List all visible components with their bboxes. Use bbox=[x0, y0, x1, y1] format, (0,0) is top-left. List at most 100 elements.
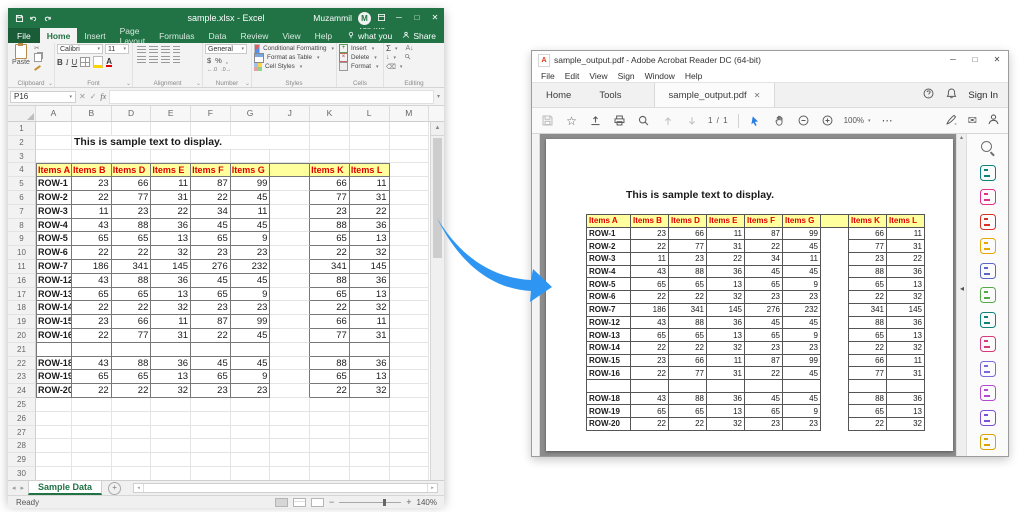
cell[interactable]: 22 bbox=[191, 191, 231, 205]
cell[interactable] bbox=[310, 343, 350, 357]
cell[interactable] bbox=[72, 343, 112, 357]
lock-pdf-icon[interactable] bbox=[980, 385, 996, 401]
cell[interactable]: ROW-12 bbox=[36, 274, 72, 288]
compress-pdf-icon[interactable] bbox=[980, 312, 996, 328]
cell[interactable] bbox=[390, 205, 430, 219]
cell[interactable]: 87 bbox=[191, 177, 231, 191]
cell[interactable]: 65 bbox=[310, 288, 350, 302]
share-upload-icon[interactable] bbox=[588, 114, 603, 127]
merge-center-icon[interactable] bbox=[173, 56, 180, 64]
cell[interactable] bbox=[72, 439, 112, 453]
row-header-3[interactable]: 3 bbox=[8, 150, 36, 164]
cell[interactable] bbox=[270, 232, 310, 246]
cell[interactable] bbox=[231, 343, 271, 357]
cell[interactable]: ROW-4 bbox=[36, 219, 72, 233]
cell[interactable]: 65 bbox=[112, 370, 152, 384]
cell[interactable] bbox=[191, 150, 231, 164]
close-tab-icon[interactable]: ✕ bbox=[754, 91, 761, 100]
cell[interactable]: 11 bbox=[231, 205, 271, 219]
cell[interactable] bbox=[231, 412, 271, 426]
cell[interactable]: ROW-20 bbox=[36, 384, 72, 398]
cell[interactable] bbox=[36, 136, 72, 150]
cell[interactable] bbox=[151, 343, 191, 357]
tab-document[interactable]: sample_output.pdf✕ bbox=[654, 83, 776, 107]
edit-pdf-icon[interactable] bbox=[980, 189, 996, 205]
zoom-level-select[interactable]: 100%▾ bbox=[844, 116, 871, 125]
cell[interactable] bbox=[270, 426, 310, 440]
excel-tab-help[interactable]: Help bbox=[308, 28, 339, 43]
hscroll-left-icon[interactable]: ◂ bbox=[134, 484, 144, 492]
print-icon[interactable] bbox=[612, 114, 627, 127]
row-header-29[interactable]: 29 bbox=[8, 453, 36, 467]
search-tools-icon[interactable] bbox=[980, 140, 996, 156]
cell[interactable] bbox=[390, 370, 430, 384]
cell[interactable] bbox=[191, 439, 231, 453]
excel-tab-file[interactable]: File bbox=[8, 28, 40, 43]
account-person-icon[interactable] bbox=[987, 113, 1000, 128]
alignment-dialog-launcher[interactable]: ⌄ bbox=[196, 80, 201, 87]
row-header-21[interactable]: 21 bbox=[8, 343, 36, 357]
cell[interactable]: 99 bbox=[231, 177, 271, 191]
fill-icon[interactable]: ↓ bbox=[386, 54, 390, 61]
cell[interactable]: 13 bbox=[151, 288, 191, 302]
cell[interactable] bbox=[390, 177, 430, 191]
sort-filter-icon[interactable]: A↓ bbox=[405, 45, 413, 52]
cell[interactable] bbox=[350, 439, 390, 453]
cell[interactable] bbox=[310, 398, 350, 412]
cell[interactable]: 32 bbox=[350, 246, 390, 260]
cell[interactable] bbox=[390, 260, 430, 274]
cell[interactable] bbox=[270, 191, 310, 205]
font-color-icon[interactable]: A bbox=[106, 58, 112, 67]
italic-button[interactable]: I bbox=[66, 58, 69, 67]
cell[interactable]: 99 bbox=[231, 315, 271, 329]
row-header-20[interactable]: 20 bbox=[8, 329, 36, 343]
cell[interactable] bbox=[270, 219, 310, 233]
cell[interactable]: 13 bbox=[151, 370, 191, 384]
cell[interactable]: 36 bbox=[350, 274, 390, 288]
zoom-slider[interactable] bbox=[339, 502, 401, 503]
sidebar-collapse-icon[interactable]: ◂ bbox=[960, 284, 964, 293]
cell[interactable] bbox=[112, 398, 152, 412]
cell[interactable] bbox=[191, 343, 231, 357]
hand-tool-icon[interactable] bbox=[772, 114, 787, 127]
row-header-25[interactable]: 25 bbox=[8, 398, 36, 412]
excel-tab-view[interactable]: View bbox=[275, 28, 307, 43]
cell[interactable]: 341 bbox=[112, 260, 152, 274]
cell[interactable]: 32 bbox=[151, 384, 191, 398]
number-format-select[interactable]: General▾ bbox=[205, 44, 247, 54]
scroll-up-icon[interactable]: ▲ bbox=[431, 122, 444, 136]
menu-view[interactable]: View bbox=[585, 71, 611, 81]
cell[interactable] bbox=[36, 150, 72, 164]
cell[interactable]: Items D bbox=[112, 163, 152, 177]
cell[interactable]: 22 bbox=[310, 384, 350, 398]
cell[interactable] bbox=[270, 205, 310, 219]
cell[interactable]: ROW-18 bbox=[36, 357, 72, 371]
underline-button[interactable]: U bbox=[71, 58, 77, 67]
favorites-star-icon[interactable]: ☆ bbox=[564, 115, 579, 127]
cell[interactable] bbox=[310, 122, 350, 136]
create-pdf-icon[interactable] bbox=[980, 214, 996, 230]
cell[interactable]: ROW-15 bbox=[36, 315, 72, 329]
cut-icon[interactable]: ✂ bbox=[34, 46, 42, 52]
zoom-out-icon[interactable]: − bbox=[329, 497, 334, 507]
cell[interactable]: 31 bbox=[350, 191, 390, 205]
autosum-button[interactable]: Σ▾ A↓ bbox=[386, 44, 442, 53]
cell[interactable]: 32 bbox=[350, 384, 390, 398]
cell[interactable] bbox=[350, 467, 390, 480]
clipboard-dialog-launcher[interactable]: ⌄ bbox=[48, 80, 53, 87]
cell[interactable]: 145 bbox=[350, 260, 390, 274]
cell[interactable] bbox=[72, 467, 112, 480]
menu-file[interactable]: File bbox=[537, 71, 559, 81]
borders-icon[interactable] bbox=[80, 57, 90, 67]
cell[interactable]: 32 bbox=[350, 301, 390, 315]
cell[interactable]: 66 bbox=[310, 315, 350, 329]
cell[interactable]: 22 bbox=[350, 205, 390, 219]
align-left-icon[interactable] bbox=[137, 56, 146, 64]
align-center-icon[interactable] bbox=[149, 56, 158, 64]
row-header-16[interactable]: 16 bbox=[8, 274, 36, 288]
protect-pdf-icon[interactable] bbox=[980, 361, 996, 377]
cell[interactable] bbox=[270, 288, 310, 302]
font-size-select[interactable]: 11▾ bbox=[105, 44, 129, 54]
row-header-5[interactable]: 5 bbox=[8, 177, 36, 191]
cell[interactable] bbox=[390, 467, 430, 480]
